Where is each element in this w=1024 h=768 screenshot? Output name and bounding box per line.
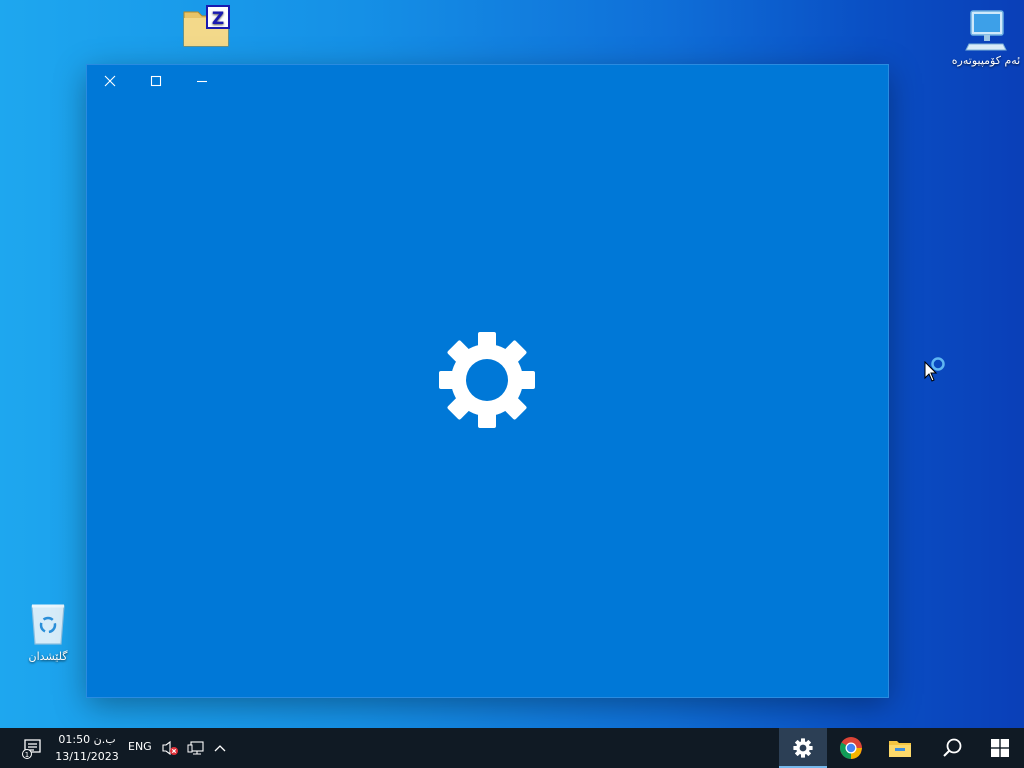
windows-logo-icon bbox=[991, 739, 1009, 757]
close-icon bbox=[104, 75, 116, 87]
taskbar-search-button[interactable] bbox=[928, 728, 976, 768]
chevron-up-icon bbox=[214, 745, 226, 752]
clock-time: 01:50 ب.ن bbox=[58, 733, 116, 746]
settings-splash-gear-icon bbox=[437, 330, 537, 430]
svg-text:1: 1 bbox=[25, 751, 29, 759]
show-hidden-icons-button[interactable] bbox=[209, 728, 231, 768]
this-pc-desktop-icon[interactable]: ئەم کۆمپیوتەرە bbox=[948, 8, 1024, 67]
taskbar-clock[interactable]: 01:50 ب.ن 13/11/2023 bbox=[54, 731, 120, 765]
volume-tray-button[interactable] bbox=[158, 728, 182, 768]
window-maximize-button[interactable] bbox=[133, 65, 179, 97]
gear-icon bbox=[793, 738, 813, 758]
minimize-icon bbox=[197, 80, 207, 83]
notification-icon: 1 bbox=[22, 739, 41, 759]
action-center-button[interactable]: 1 bbox=[10, 728, 54, 768]
computer-icon bbox=[965, 10, 1007, 51]
maximize-icon bbox=[150, 75, 162, 87]
recycle-bin-label: گلێشدان bbox=[28, 650, 68, 663]
mouse-pointer-icon bbox=[924, 361, 938, 382]
input-language-indicator[interactable]: ENG bbox=[128, 740, 152, 753]
this-pc-label: ئەم کۆمپیوتەرە bbox=[951, 54, 1021, 67]
taskbar-file-explorer-app[interactable] bbox=[876, 728, 924, 768]
window-close-button[interactable] bbox=[87, 65, 133, 97]
taskbar: 1 01:50 ب.ن 13/11/2023 ENG bbox=[0, 728, 1024, 768]
zip-folder-icon: Z bbox=[183, 5, 230, 47]
settings-window[interactable] bbox=[87, 65, 888, 697]
svg-text:Z: Z bbox=[212, 9, 224, 29]
window-minimize-button[interactable] bbox=[179, 65, 225, 97]
chrome-icon bbox=[840, 737, 862, 759]
speaker-muted-icon bbox=[162, 740, 178, 756]
taskbar-chrome-app[interactable] bbox=[827, 728, 875, 768]
recycle-bin-desktop-icon[interactable]: گلێشدان bbox=[18, 602, 78, 663]
recycle-bin-icon bbox=[31, 604, 65, 645]
desktop: Z ئەم کۆمپیوتەرە گلێشدان bbox=[0, 0, 1024, 728]
zip-folder-desktop-icon[interactable]: Z bbox=[178, 4, 234, 50]
network-icon bbox=[187, 741, 204, 755]
taskbar-settings-app[interactable] bbox=[779, 728, 827, 768]
folder-icon bbox=[889, 741, 911, 757]
network-tray-button[interactable] bbox=[184, 728, 208, 768]
clock-date: 13/11/2023 bbox=[55, 750, 119, 763]
start-button[interactable] bbox=[976, 728, 1024, 768]
search-icon bbox=[943, 738, 962, 757]
